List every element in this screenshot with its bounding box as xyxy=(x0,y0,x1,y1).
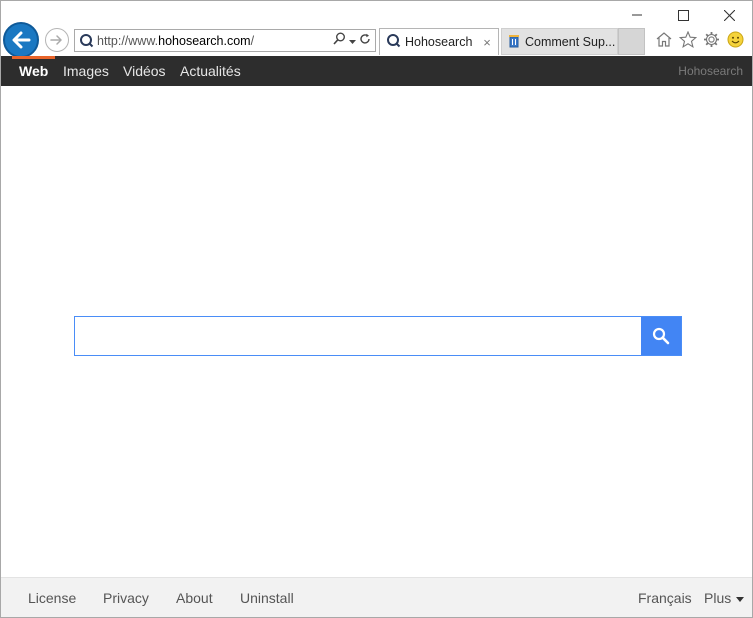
url-path: / xyxy=(250,33,255,48)
search-icon xyxy=(652,327,670,345)
arrow-left-icon xyxy=(12,31,31,49)
back-button[interactable] xyxy=(3,22,39,58)
url-text[interactable]: http://www.hohosearch.com/ xyxy=(97,34,333,48)
footer: License Privacy About Uninstall Français… xyxy=(1,577,752,617)
window-controls xyxy=(614,1,752,29)
browser-window: http://www.hohosearch.com/ Hohosearch × xyxy=(0,0,753,618)
tab-label: Hohosearch xyxy=(405,35,473,49)
trash-can-icon xyxy=(507,33,521,51)
more-label: Plus xyxy=(704,590,732,606)
url-host: hohosearch.com xyxy=(158,33,251,48)
tab-close-button[interactable]: × xyxy=(479,35,495,50)
favorites-star-icon[interactable] xyxy=(678,29,697,49)
browser-chrome: http://www.hohosearch.com/ Hohosearch × xyxy=(1,1,752,58)
caret-down-icon xyxy=(736,596,745,602)
arrow-right-icon xyxy=(50,35,62,45)
footer-link-license[interactable]: License xyxy=(28,578,76,617)
search-input[interactable] xyxy=(75,317,641,355)
forward-button[interactable] xyxy=(45,28,69,52)
brand-label: Hohosearch xyxy=(678,64,743,78)
smiley-feedback-icon[interactable] xyxy=(726,29,745,49)
tab-hohosearch[interactable]: Hohosearch × xyxy=(379,28,499,55)
close-window-button[interactable] xyxy=(706,1,752,29)
tab-label: Comment Sup... xyxy=(525,34,616,49)
site-favicon-icon xyxy=(75,30,97,51)
new-tab-button[interactable] xyxy=(618,28,645,55)
browser-toolbar xyxy=(654,29,745,49)
nav-videos[interactable]: Vidéos xyxy=(116,56,173,86)
search-form xyxy=(74,316,682,356)
maximize-icon xyxy=(677,9,689,21)
footer-link-about[interactable]: About xyxy=(176,578,213,617)
maximize-button[interactable] xyxy=(660,1,706,29)
footer-link-uninstall[interactable]: Uninstall xyxy=(240,578,294,617)
dropdown-arrow-icon[interactable] xyxy=(349,32,356,50)
more-menu-button[interactable]: Plus xyxy=(704,578,745,617)
nav-images[interactable]: Images xyxy=(56,56,116,86)
url-scheme: http://www. xyxy=(97,33,159,48)
refresh-icon[interactable] xyxy=(359,32,371,50)
home-icon[interactable] xyxy=(654,29,673,49)
minimize-icon xyxy=(632,14,642,16)
search-button[interactable] xyxy=(641,317,681,355)
minimize-button[interactable] xyxy=(614,1,660,29)
address-bar[interactable]: http://www.hohosearch.com/ xyxy=(74,29,376,52)
address-tools xyxy=(333,32,375,50)
tab-favicon-icon xyxy=(386,33,401,51)
language-link[interactable]: Français xyxy=(638,578,692,617)
site-nav-bar: Web Images Vidéos Actualités Hohosearch xyxy=(1,56,752,86)
settings-gear-icon[interactable] xyxy=(702,29,721,49)
search-icon[interactable] xyxy=(333,32,346,50)
footer-link-privacy[interactable]: Privacy xyxy=(103,578,149,617)
close-icon xyxy=(723,9,735,21)
nav-web[interactable]: Web xyxy=(12,56,56,86)
tab-comment-supprimer[interactable]: Comment Sup... xyxy=(501,28,618,55)
nav-actualites[interactable]: Actualités xyxy=(173,56,248,86)
